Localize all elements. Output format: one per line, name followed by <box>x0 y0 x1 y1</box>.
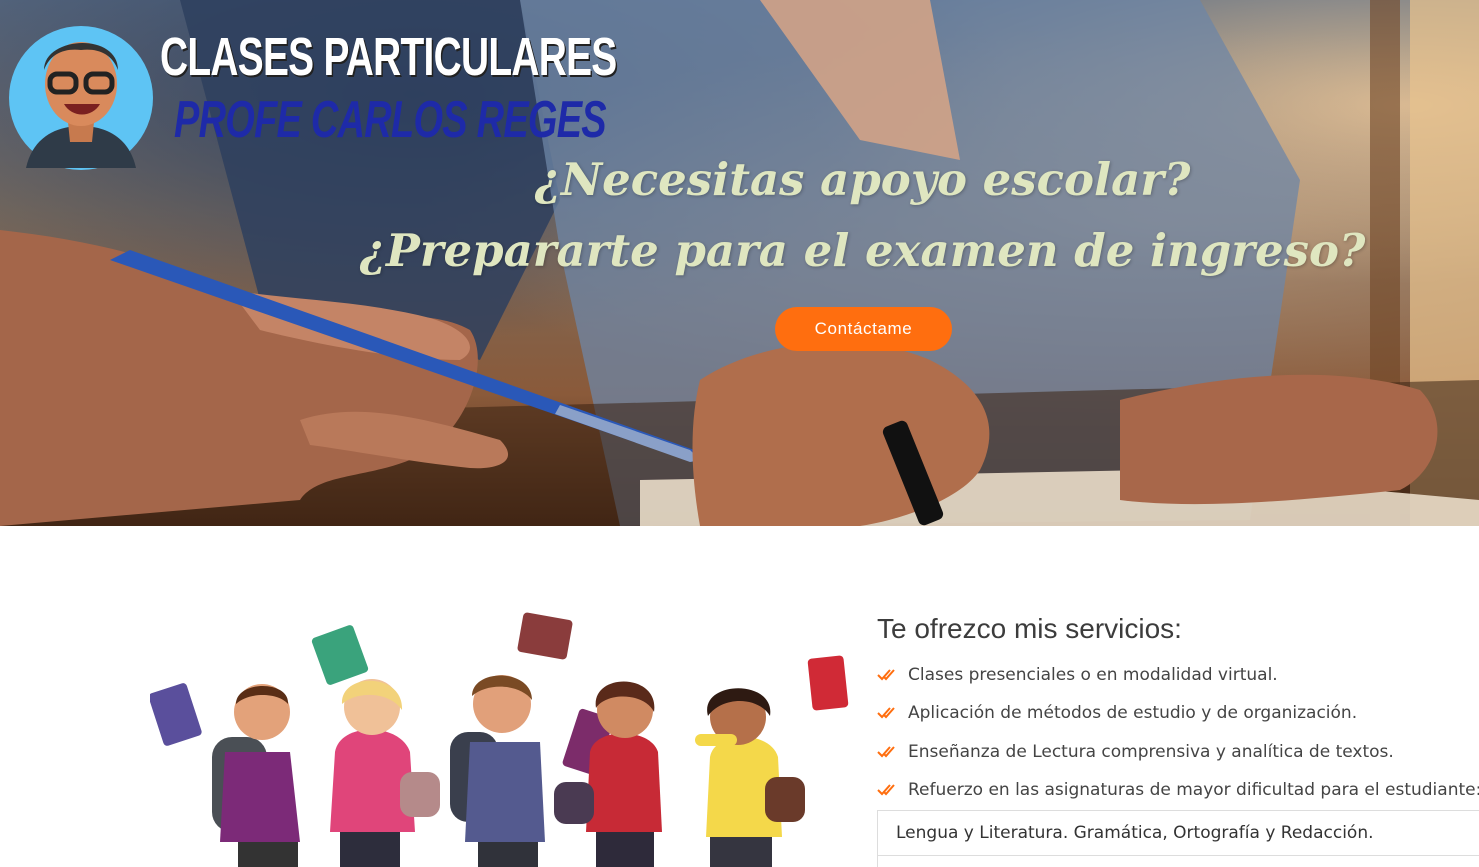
hero-subheadline: ¿Prepararte para el examen de ingreso? <box>359 224 1366 277</box>
list-item: Refuerzo en las asignaturas de mayor dif… <box>877 771 1479 810</box>
service-text: Refuerzo en las asignaturas de mayor dif… <box>908 780 1479 801</box>
list-item: Enseñanza de Lectura comprensiva y analí… <box>877 733 1479 772</box>
site-logo[interactable]: CLASES PARTICULARES PROFE CARLOS REGES <box>8 18 617 173</box>
logo-title: CLASES PARTICULARES <box>160 27 617 87</box>
services-section: Te ofrezco mis servicios: Clases presenc… <box>877 612 1479 810</box>
service-text: Enseñanza de Lectura comprensiva y analí… <box>908 741 1394 762</box>
service-text: Clases presenciales o en modalidad virtu… <box>908 664 1278 685</box>
subject-item: Lengua y Literatura. Gramática, Ortograf… <box>878 811 1479 856</box>
services-list: Clases presenciales o en modalidad virtu… <box>877 656 1479 810</box>
double-check-icon <box>877 784 895 796</box>
hero-banner: CLASES PARTICULARES PROFE CARLOS REGES ¿… <box>0 0 1479 526</box>
teacher-avatar-icon <box>9 26 153 170</box>
subjects-list: Lengua y Literatura. Gramática, Ortograf… <box>877 810 1479 867</box>
double-check-icon <box>877 669 895 681</box>
double-check-icon <box>877 746 895 758</box>
students-illustration <box>150 612 849 867</box>
list-item: Clases presenciales o en modalidad virtu… <box>877 656 1479 695</box>
hero-headline: ¿Necesitas apoyo escolar? <box>534 153 1191 206</box>
contact-button[interactable]: Contáctame <box>775 307 952 351</box>
services-title: Te ofrezco mis servicios: <box>877 613 1182 644</box>
logo-subtitle: PROFE CARLOS REGES <box>174 91 607 149</box>
service-text: Aplicación de métodos de estudio y de or… <box>908 703 1358 724</box>
list-item: Aplicación de métodos de estudio y de or… <box>877 694 1479 733</box>
double-check-icon <box>877 707 895 719</box>
